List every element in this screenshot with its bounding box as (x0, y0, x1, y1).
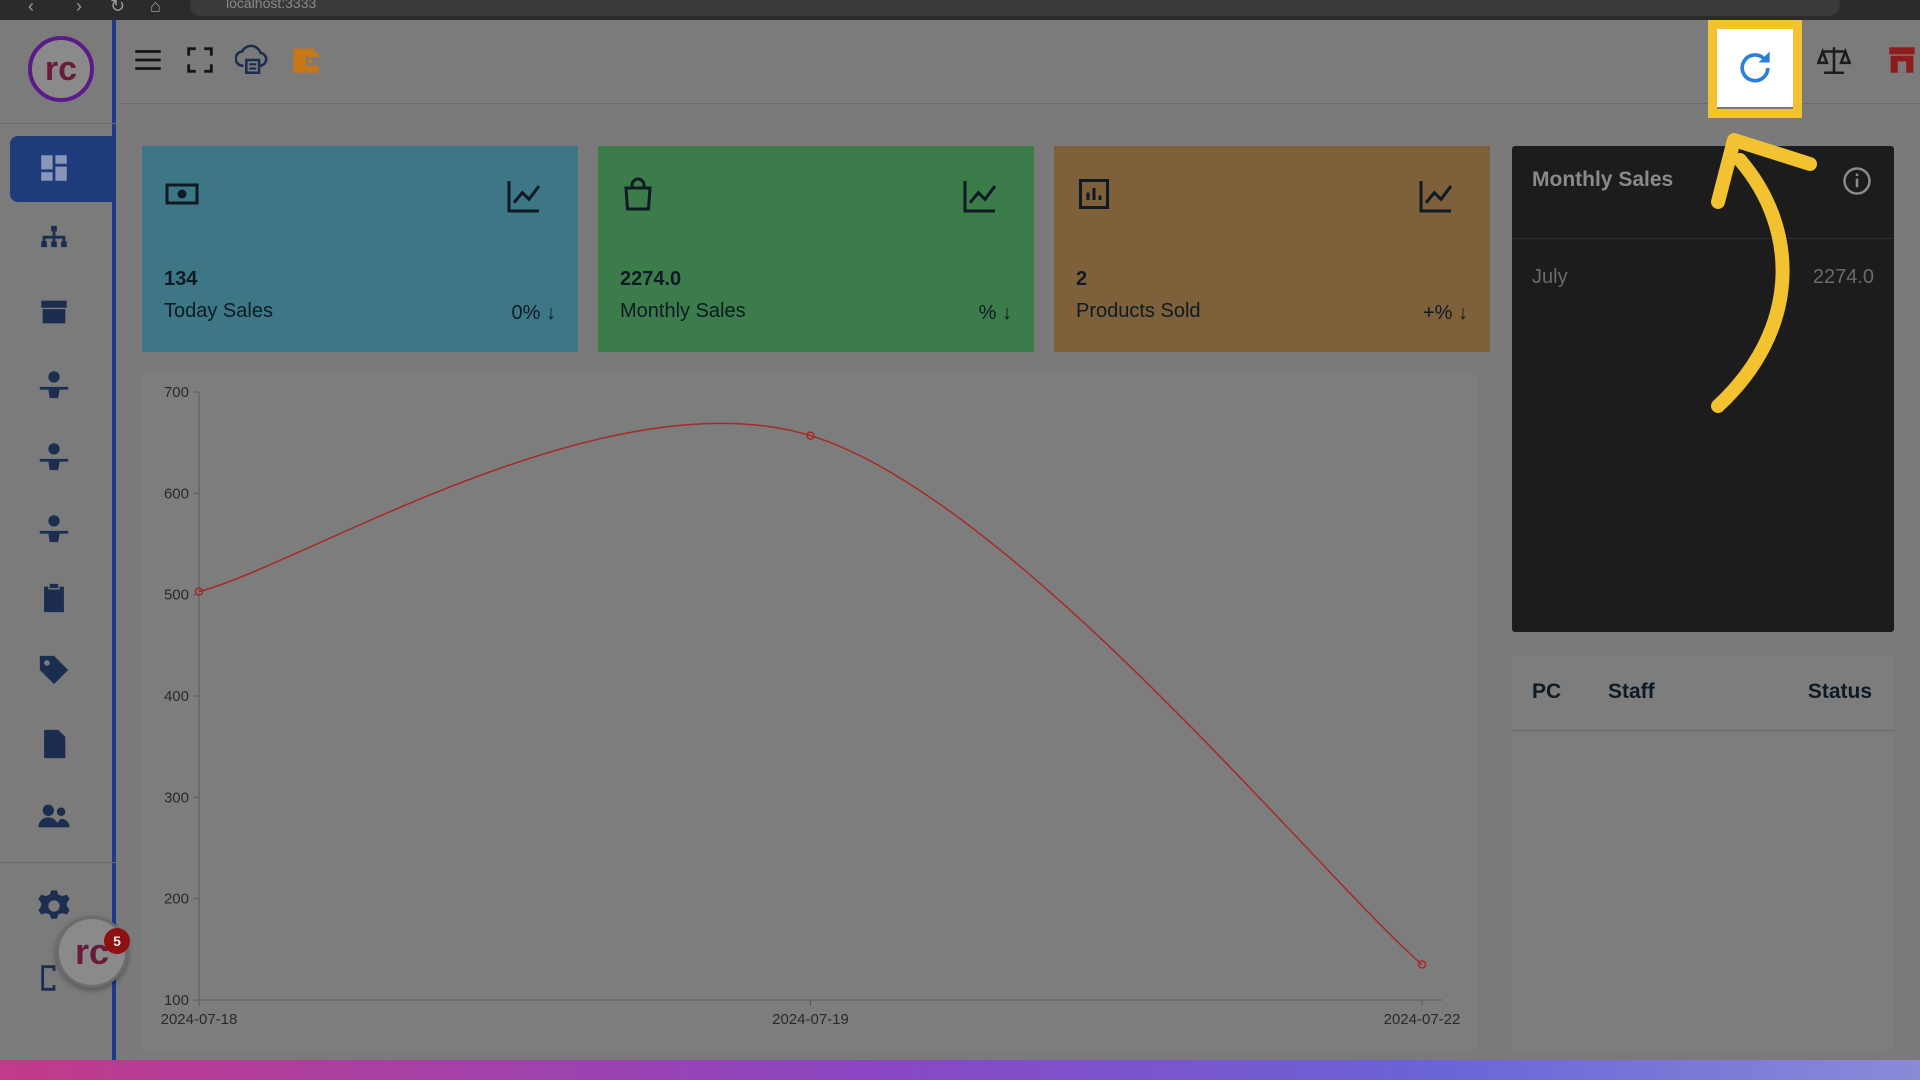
sidebar-item-sitemap[interactable] (34, 220, 74, 260)
card-change: % ↓ (979, 302, 1012, 325)
sidebar-item-user-c[interactable] (34, 508, 74, 548)
card-today-sales[interactable]: 134 Today Sales 0% ↓ (142, 146, 578, 352)
forward-icon[interactable]: › (76, 0, 82, 17)
arrow-down-icon: ↓ (1002, 302, 1012, 324)
sales-line-chart: 100 200 300 400 500 600 700 2024-07-18 2024-07-1… (142, 374, 1478, 1050)
trend-icon (507, 181, 541, 213)
document-icon (44, 729, 66, 759)
card-label: Monthly Sales (620, 300, 746, 322)
home-icon[interactable]: ⌂ (150, 0, 161, 17)
card-label: Today Sales (164, 300, 273, 322)
cloud-print-icon (235, 44, 268, 75)
column-header-pc[interactable]: PC (1532, 680, 1561, 704)
browser-bar: ‹ › ↻ ⌂ localhost:3333 (0, 0, 1920, 20)
logo[interactable]: rc (28, 36, 94, 102)
y-tick-label: 300 (164, 789, 189, 806)
y-tick-label: 400 (164, 688, 189, 705)
annotation-arrow (1711, 133, 1817, 413)
x-tick-label: 2024-07-19 (772, 1011, 849, 1028)
y-tick-label: 500 (164, 587, 189, 604)
sidebar-divider (0, 123, 116, 124)
x-tick-label: 2024-07-22 (1384, 1011, 1461, 1028)
wallet-icon (293, 48, 319, 73)
scale-button[interactable] (1814, 40, 1854, 80)
notification-badge: 5 (104, 928, 130, 954)
clipboard-icon (44, 583, 64, 613)
column-header-status[interactable]: Status (1808, 680, 1872, 704)
user-desk-icon (39, 515, 69, 543)
card-value: 134 (164, 268, 198, 290)
store-icon (41, 300, 67, 324)
user-desk-icon (39, 371, 69, 399)
fullscreen-icon (187, 47, 213, 73)
tag-icon (39, 655, 69, 685)
reload-icon[interactable]: ↻ (110, 0, 125, 17)
refresh-button[interactable] (1717, 29, 1793, 107)
back-icon[interactable]: ‹ (28, 0, 34, 17)
monthly-sales-title: Monthly Sales (1532, 168, 1674, 191)
sitemap-icon (41, 225, 67, 248)
x-tick-label: 2024-07-18 (161, 1011, 238, 1028)
sidebar-divider (0, 862, 116, 863)
sidebar-item-dashboard[interactable] (34, 148, 74, 188)
sidebar-item-tags[interactable] (34, 650, 74, 690)
info-icon[interactable] (1842, 166, 1872, 196)
arrow-down-icon: ↓ (1458, 302, 1468, 324)
y-tick-label: 700 (164, 384, 189, 401)
card-products-sold[interactable]: 2 Products Sold +% ↓ (1054, 146, 1490, 352)
sidebar-item-store[interactable] (34, 292, 74, 332)
menu-icon (135, 50, 161, 70)
card-change-value: +% (1422, 302, 1453, 324)
staff-table: PC Staff Status (1512, 656, 1894, 1050)
column-header-staff[interactable]: Staff (1608, 680, 1655, 704)
chart-svg: 100 200 300 400 500 600 700 2024-07-18 2024-07-1… (161, 384, 1461, 1028)
logo-text: rc (44, 49, 78, 88)
table-divider (1512, 730, 1894, 731)
menu-button[interactable] (128, 40, 168, 80)
series-line (198, 422, 1423, 966)
dashboard-icon (41, 155, 67, 181)
sidebar-item-users[interactable] (34, 796, 74, 836)
gear-icon (38, 890, 70, 919)
card-label: Products Sold (1076, 300, 1201, 322)
card-monthly-sales[interactable]: 2274.0 Monthly Sales % ↓ (598, 146, 1034, 352)
sidebar-item-clipboard[interactable] (34, 578, 74, 618)
card-value: 2 (1076, 268, 1088, 290)
shopping-bag-icon (624, 177, 652, 211)
money-icon (165, 183, 199, 205)
store-button[interactable] (1882, 40, 1920, 80)
shop-icon (1889, 47, 1915, 73)
y-tick-label: 200 (164, 891, 189, 908)
bottom-gradient-bar (0, 1060, 1920, 1080)
refresh-icon (1740, 51, 1770, 83)
card-change: +% ↓ (1423, 302, 1468, 325)
y-tick-label: 600 (164, 485, 189, 502)
trend-icon (1419, 181, 1453, 213)
scale-icon (1817, 47, 1851, 75)
card-change: 0% ↓ (512, 302, 556, 325)
fullscreen-button[interactable] (180, 40, 220, 80)
y-tick-label: 100 (164, 992, 189, 1009)
arrow-down-icon: ↓ (546, 302, 556, 324)
card-value: 2274.0 (620, 268, 682, 290)
bar-chart-icon (1079, 179, 1109, 209)
sidebar-item-settings[interactable] (34, 886, 74, 926)
sidebar-item-user-a[interactable] (34, 364, 74, 404)
monthly-sales-month: July (1532, 266, 1568, 288)
sidebar-item-user-b[interactable] (34, 436, 74, 476)
sidebar-item-document[interactable] (34, 724, 74, 764)
topbar (120, 20, 1920, 104)
users-icon (38, 804, 70, 828)
url-bar[interactable]: localhost:3333 (190, 0, 1840, 16)
cloud-print-button[interactable] (232, 40, 272, 80)
card-change-value: 0% (511, 302, 541, 324)
card-change-value: % (978, 302, 997, 324)
user-desk-icon (39, 443, 69, 471)
trend-icon (963, 181, 997, 213)
wallet-button[interactable] (286, 40, 326, 80)
sidebar: rc (0, 20, 116, 1060)
